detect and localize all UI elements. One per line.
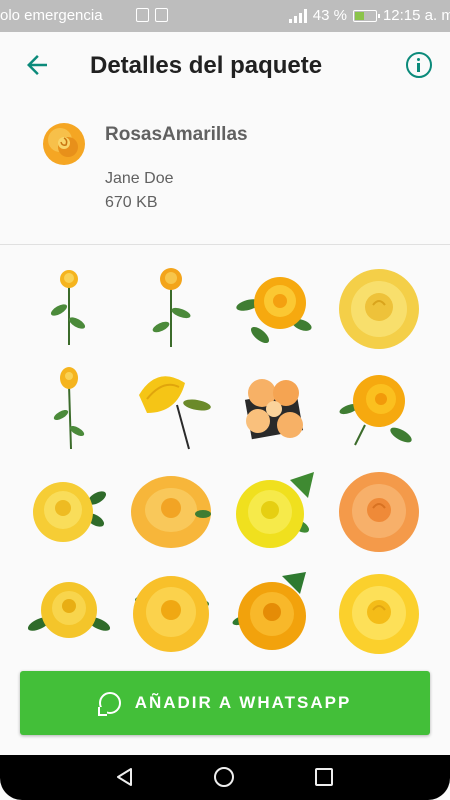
- whatsapp-icon: [97, 692, 121, 716]
- usb-icon: [136, 8, 149, 22]
- sticker-item[interactable]: [335, 365, 423, 453]
- notification-icons: [136, 8, 168, 22]
- sticker-item[interactable]: [25, 468, 113, 556]
- sticker-item[interactable]: [25, 265, 113, 353]
- arrow-left-icon[interactable]: [22, 50, 52, 80]
- sticker-item[interactable]: [335, 265, 423, 353]
- nav-back-icon[interactable]: [115, 767, 135, 787]
- carrier-text: olo emergencia: [0, 7, 103, 24]
- pack-author: Jane Doe: [105, 170, 174, 187]
- pack-tray-icon: [43, 123, 85, 165]
- sticker-item[interactable]: [335, 570, 423, 658]
- system-nav-bar: [0, 755, 450, 800]
- add-to-whatsapp-label: AÑADIR A WHATSAPP: [134, 693, 352, 712]
- pack-header: Detalles del paquete RosasAmarillas Jane…: [0, 32, 450, 245]
- add-to-whatsapp-button[interactable]: AÑADIR A WHATSAPP: [20, 671, 430, 735]
- info-icon[interactable]: [406, 52, 432, 78]
- nav-recents-icon[interactable]: [315, 768, 333, 786]
- image-icon: [155, 8, 168, 22]
- sticker-item[interactable]: [230, 265, 318, 353]
- sticker-item[interactable]: [230, 570, 318, 658]
- status-bar: olo emergencia 43 % 12:15 a. m.: [0, 0, 450, 32]
- clock: 12:15 a. m.: [382, 7, 450, 24]
- sticker-item[interactable]: [25, 570, 113, 658]
- sticker-item[interactable]: [230, 468, 318, 556]
- sticker-item[interactable]: [335, 468, 423, 556]
- pack-size: 670 KB: [105, 194, 158, 211]
- status-right: 43 % 12:15 a. m.: [288, 7, 450, 24]
- signal-icon: [288, 8, 307, 23]
- sticker-item[interactable]: [127, 468, 215, 556]
- sticker-item[interactable]: [127, 265, 215, 353]
- sticker-item[interactable]: [230, 365, 318, 453]
- pack-name: RosasAmarillas: [105, 124, 248, 145]
- battery-percent: 43 %: [312, 7, 347, 24]
- sticker-grid: [0, 250, 450, 658]
- sticker-item[interactable]: [127, 365, 215, 453]
- nav-home-icon[interactable]: [214, 767, 234, 787]
- sticker-item[interactable]: [25, 365, 113, 453]
- page-title: Detalles del paquete: [90, 52, 323, 79]
- battery-icon: [352, 9, 380, 22]
- sticker-item[interactable]: [127, 570, 215, 658]
